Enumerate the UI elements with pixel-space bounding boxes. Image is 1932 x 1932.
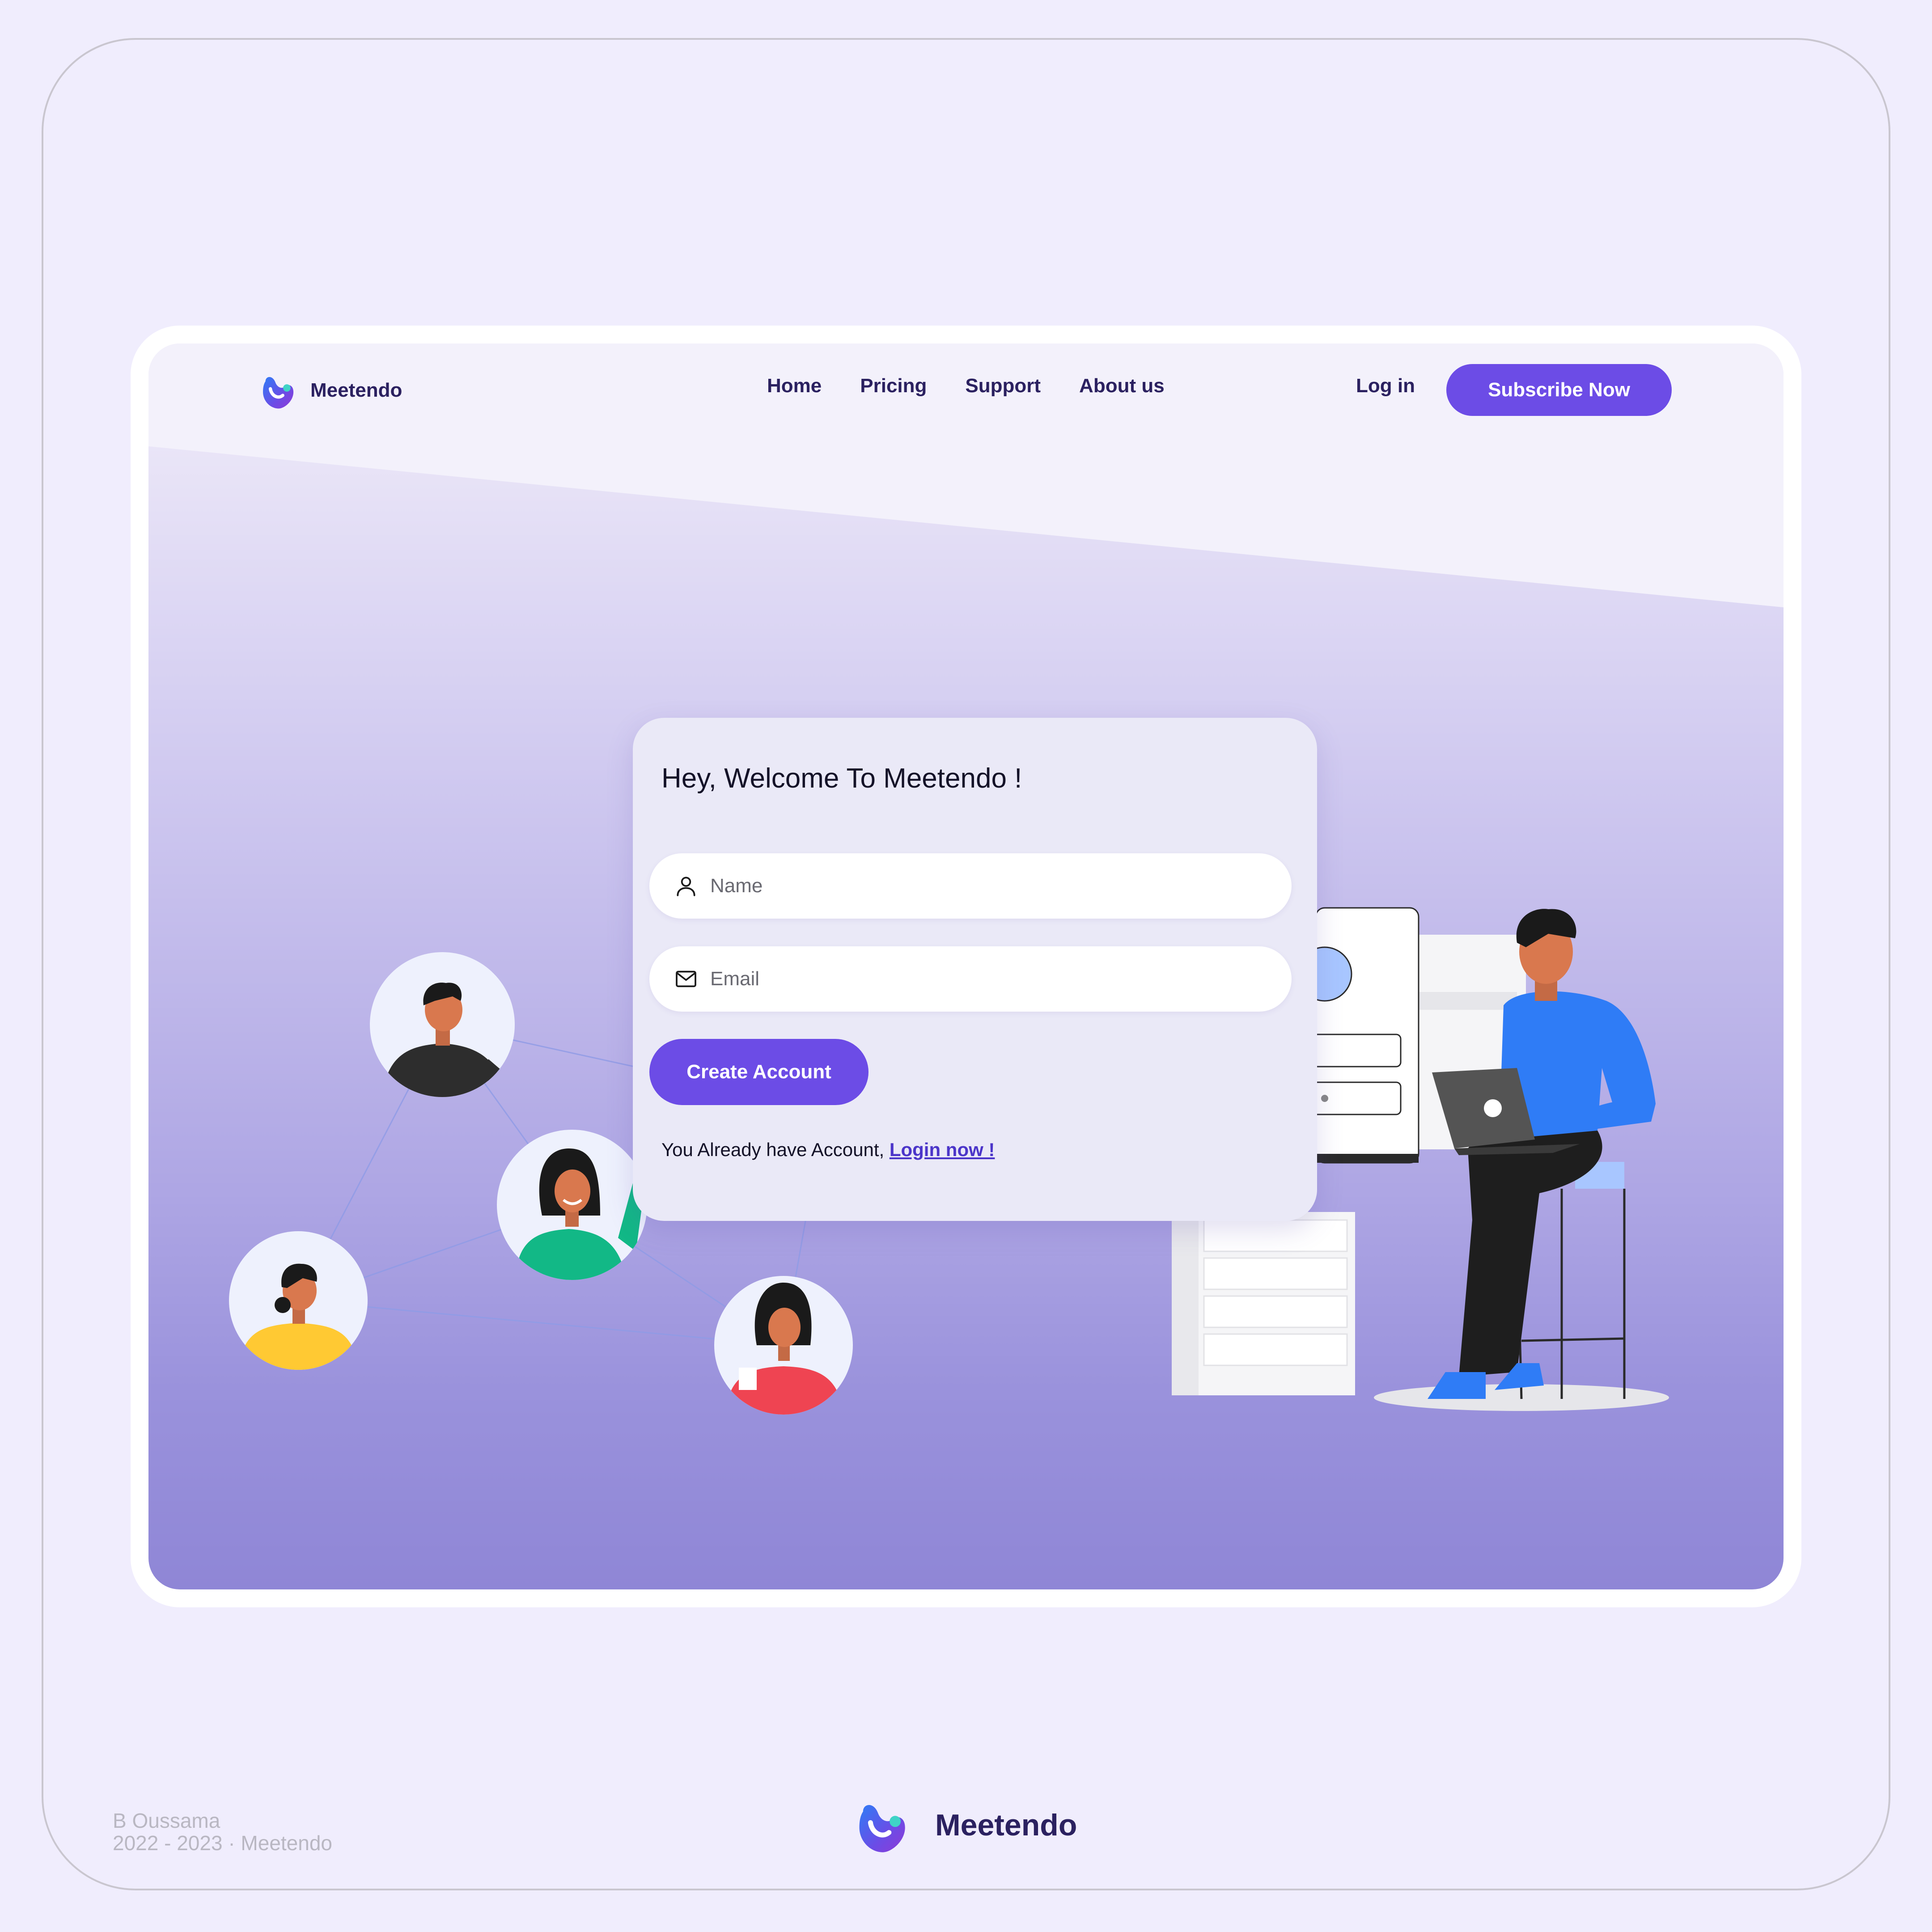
signup-card: Hey, Welcome To Meetendo ! Create Accoun… [633, 718, 1317, 1221]
login-now-link[interactable]: Login now ! [890, 1139, 995, 1160]
footer-brand-name: Meetendo [935, 1808, 1077, 1842]
card-title: Hey, Welcome To Meetendo ! [661, 763, 1022, 794]
already-text: You Already have Account, [661, 1139, 890, 1160]
footer-brand: Meetendo [852, 1794, 1077, 1856]
mail-icon [676, 970, 696, 987]
email-input[interactable] [709, 967, 1270, 991]
meetendo-logo-icon [859, 1805, 905, 1852]
avatar-woman-red-shirt [714, 1276, 853, 1415]
avatar-woman-green-shirt [497, 1130, 647, 1280]
create-account-button[interactable]: Create Account [649, 1039, 869, 1105]
name-field[interactable] [649, 853, 1292, 919]
avatar-man-dark-shirt [370, 952, 515, 1097]
credit-author: B Oussama [113, 1809, 220, 1832]
footer-credit: B Oussama 2022 - 2023 · Meetendo [113, 1809, 332, 1854]
already-have-account: You Already have Account, Login now ! [661, 1139, 995, 1161]
name-input[interactable] [709, 874, 1270, 898]
credit-years: 2022 - 2023 · Meetendo [113, 1831, 333, 1855]
user-icon [677, 877, 695, 896]
landing-page: Meetendo Home Pricing Support About us L… [148, 343, 1784, 1589]
email-field[interactable] [649, 946, 1292, 1012]
avatar-woman-yellow-shirt [229, 1231, 368, 1370]
